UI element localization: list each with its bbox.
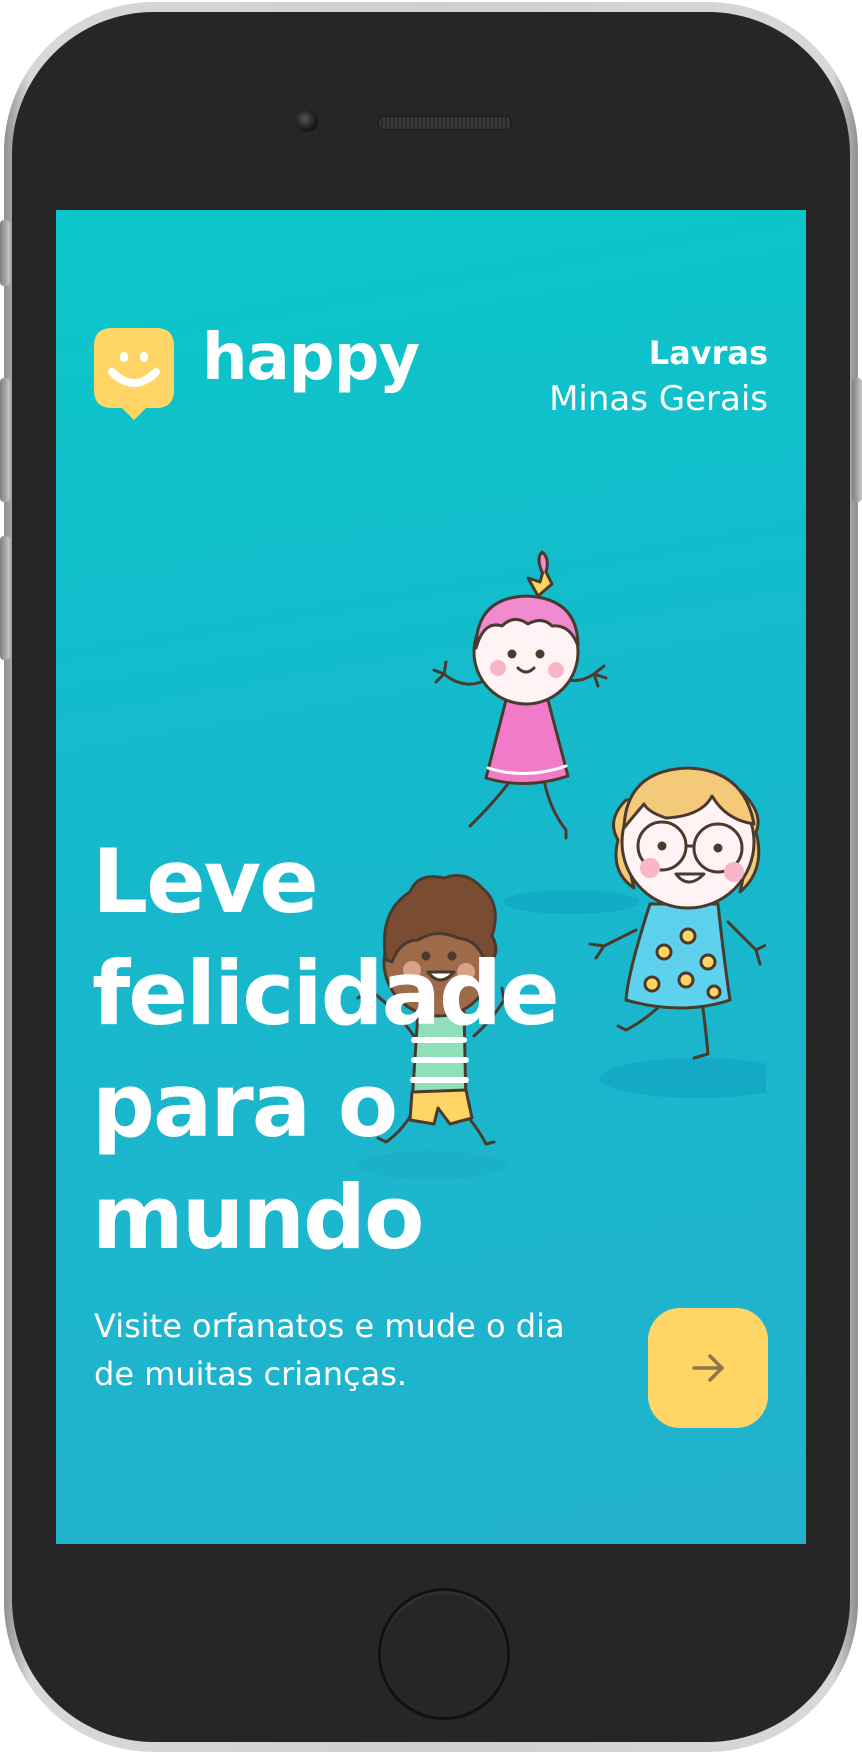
volume-down-button <box>0 536 10 660</box>
volume-up-button <box>0 378 10 502</box>
hero-title-line: Leve <box>92 830 319 933</box>
hero-subtitle: Visite orfanatos e mude o dia de muitas … <box>94 1307 565 1393</box>
power-button <box>852 378 862 502</box>
front-camera <box>296 110 318 132</box>
home-button[interactable] <box>378 1588 510 1720</box>
location-state: Minas Gerais <box>549 379 768 419</box>
hero-title-line: felicidade <box>92 942 560 1045</box>
location-city: Lavras <box>648 334 768 372</box>
mute-switch <box>0 220 10 286</box>
hero-title-line: mundo <box>92 1166 424 1269</box>
enter-app-button[interactable] <box>648 1308 768 1428</box>
brand-name: happy <box>202 321 420 395</box>
smiley-chat-bubble-icon <box>94 328 174 420</box>
arrow-right-icon <box>692 1354 724 1382</box>
earpiece-speaker <box>378 116 512 130</box>
hero-title: Leve felicidade para o mundo <box>92 826 612 1274</box>
location: Lavras Minas Gerais <box>549 330 768 422</box>
hero-title-line: para o <box>92 1054 398 1157</box>
landing-screen: happy Lavras Minas Gerais Leve felicidad… <box>56 210 806 1544</box>
